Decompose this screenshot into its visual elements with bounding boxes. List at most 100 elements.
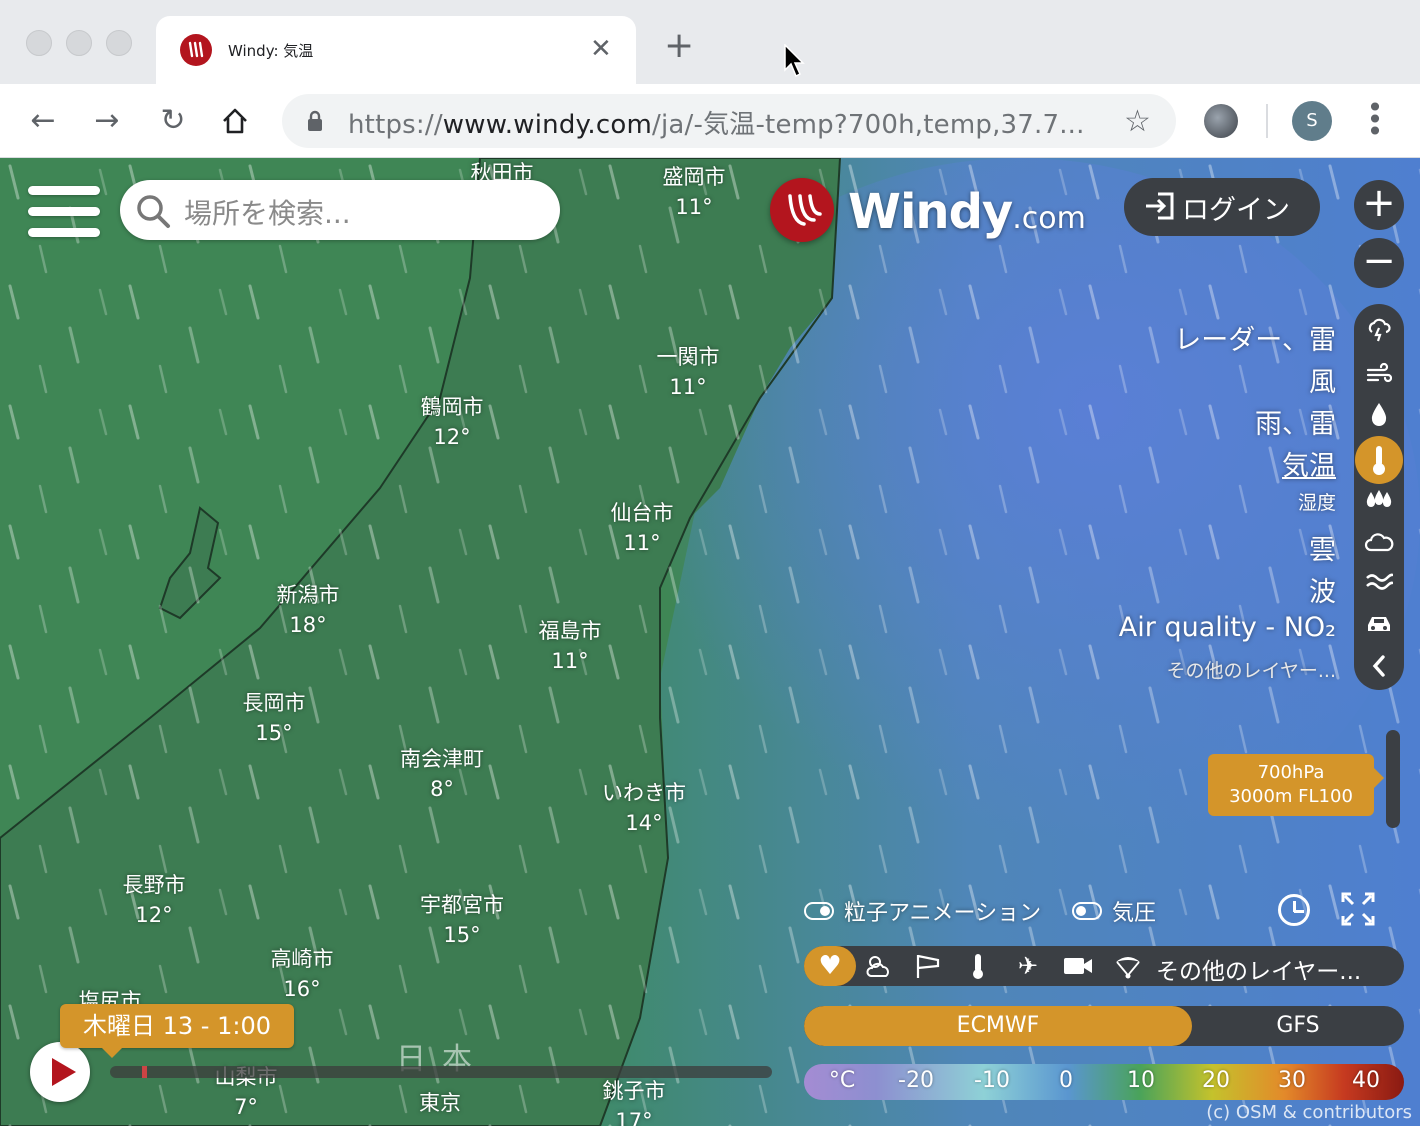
layer-item-humidity[interactable]: 湿度 — [1298, 488, 1336, 515]
fullscreen-icon[interactable] — [1340, 892, 1376, 928]
play-button[interactable] — [30, 1042, 90, 1102]
bookmark-star-icon[interactable]: ☆ — [1124, 104, 1151, 139]
particles-label: 粒子アニメーション — [844, 901, 1042, 926]
layer-item-clouds[interactable]: 雲 — [1309, 528, 1336, 567]
model-switch: ECMWF GFS — [804, 1006, 1404, 1046]
altitude-pointer — [1374, 768, 1384, 788]
model-ecmwf-button[interactable]: ECMWF — [804, 1006, 1192, 1046]
legend-label: -20 — [898, 1068, 934, 1093]
window-zoom-dot[interactable] — [106, 30, 132, 56]
windsock-icon[interactable] — [908, 946, 948, 986]
lightning-cloud-icon[interactable] — [1354, 310, 1404, 350]
layer-item-wind[interactable]: 風 — [1309, 360, 1336, 399]
city-label[interactable]: 福島市 11° — [539, 616, 602, 676]
city-label[interactable]: 盛岡市 11° — [663, 162, 726, 222]
back-arrow-icon[interactable]: ← — [26, 104, 60, 138]
mouse-cursor-icon — [784, 43, 806, 82]
time-pointer — [100, 1046, 124, 1058]
legend-label: 40 — [1352, 1068, 1380, 1093]
raindrop-icon[interactable] — [1354, 394, 1404, 434]
legend-label: 20 — [1202, 1068, 1230, 1093]
search-input[interactable]: 場所を検索... — [120, 180, 560, 240]
layer-item-radar[interactable]: レーダー、雷 — [1174, 318, 1336, 357]
login-button[interactable]: ログイン — [1124, 178, 1320, 236]
layer-item-rain[interactable]: 雨、雷 — [1255, 402, 1336, 441]
more-menu-icon[interactable]: • • • — [1360, 94, 1390, 146]
city-label[interactable]: 一関市 11° — [657, 342, 720, 402]
toolbar-divider — [1266, 104, 1268, 138]
clock-icon[interactable] — [1278, 894, 1310, 926]
browser-toolbar: ← → ↻ https://www.windy.com/ja/-気温-temp?… — [0, 84, 1420, 158]
window-minimize-dot[interactable] — [66, 30, 92, 56]
city-label[interactable]: 鶴岡市 12° — [421, 392, 484, 452]
wind-icon[interactable] — [1354, 354, 1404, 394]
windy-favicon-icon — [180, 34, 212, 66]
city-label[interactable]: 宇都宮市 15° — [420, 890, 504, 950]
cloud-icon[interactable] — [1354, 522, 1404, 562]
layer-item-waves[interactable]: 波 — [1309, 570, 1336, 609]
windy-logo-text[interactable]: Windy.com — [848, 184, 1086, 240]
url-text: https://www.windy.com/ja/-気温-temp?700h,t… — [348, 110, 1085, 140]
address-bar[interactable]: https://www.windy.com/ja/-気温-temp?700h,t… — [282, 94, 1176, 148]
home-icon[interactable] — [218, 104, 252, 138]
thermometer-icon[interactable] — [1354, 440, 1404, 480]
altitude-label[interactable]: 700hPa 3000m FL100 — [1208, 754, 1374, 816]
webcam-icon[interactable] — [1058, 946, 1098, 986]
city-label[interactable]: 高崎市 16° — [271, 944, 334, 1004]
city-label[interactable]: 銚子市 17° — [603, 1076, 666, 1126]
windy-logo-icon[interactable] — [770, 178, 834, 242]
extension-globe-icon[interactable] — [1204, 104, 1238, 138]
map-attribution[interactable]: (c) OSM & contributors — [1206, 1102, 1412, 1123]
city-label[interactable]: 新潟市 18° — [277, 580, 340, 640]
city-label[interactable]: 長野市 12° — [123, 870, 186, 930]
lock-icon — [306, 110, 324, 136]
thermometer-small-icon[interactable] — [958, 946, 998, 986]
paraglider-icon[interactable] — [1108, 946, 1148, 986]
current-time-label[interactable]: 木曜日 13 - 1:00 — [60, 1004, 294, 1048]
particles-toggle[interactable] — [804, 902, 834, 920]
partly-cloudy-icon[interactable] — [858, 946, 898, 986]
pressure-label: 気圧 — [1112, 901, 1157, 926]
altitude-slider[interactable] — [1386, 730, 1400, 828]
waves-icon[interactable] — [1354, 562, 1404, 602]
browser-tab-bar: Windy: 気温 ✕ + — [0, 0, 1420, 84]
legend-label: 30 — [1278, 1068, 1306, 1093]
browser-tab[interactable]: Windy: 気温 ✕ — [156, 16, 636, 84]
humidity-icon[interactable] — [1354, 480, 1404, 520]
legend-label: 0 — [1059, 1068, 1073, 1093]
layer-item-temperature[interactable]: 気温 — [1282, 444, 1336, 483]
layer-item-air-quality[interactable]: Air quality - NO₂ — [1119, 612, 1336, 643]
more-layers-link[interactable]: その他のレイヤー... — [1166, 656, 1336, 683]
car-icon[interactable] — [1354, 604, 1404, 644]
model-gfs-button[interactable]: GFS — [1192, 1006, 1404, 1046]
tab-close-icon[interactable]: ✕ — [590, 36, 612, 62]
city-label[interactable]: 仙台市 11° — [611, 498, 674, 558]
search-placeholder: 場所を検索... — [184, 197, 351, 230]
city-label[interactable]: 東京 — [419, 1088, 461, 1118]
legend-label: -10 — [974, 1068, 1010, 1093]
timeline-marker — [142, 1066, 147, 1078]
overlay-quick-bar: ♥ ✈ その他のレイヤー... — [804, 946, 1404, 986]
legend-label: 10 — [1127, 1068, 1155, 1093]
pressure-toggle[interactable] — [1072, 902, 1102, 920]
more-layers-link[interactable]: その他のレイヤー... — [1156, 952, 1361, 986]
play-icon — [52, 1058, 76, 1086]
timeline-bar[interactable] — [110, 1066, 772, 1078]
window-close-dot[interactable] — [26, 30, 52, 56]
airplane-icon[interactable]: ✈ — [1008, 946, 1048, 986]
collapse-chevron-icon[interactable] — [1354, 646, 1404, 686]
city-label[interactable]: 長岡市 15° — [243, 688, 306, 748]
reload-icon[interactable]: ↻ — [156, 104, 190, 138]
city-label[interactable]: いわき市 14° — [602, 778, 686, 838]
city-label[interactable]: 南会津町 8° — [400, 744, 484, 804]
zoom-out-button[interactable]: − — [1354, 238, 1404, 288]
zoom-in-button[interactable]: + — [1354, 180, 1404, 230]
profile-avatar[interactable]: S — [1292, 101, 1332, 141]
search-icon — [137, 195, 170, 228]
new-tab-icon[interactable]: + — [664, 28, 694, 64]
forward-arrow-icon[interactable]: → — [90, 104, 124, 138]
login-icon — [1146, 192, 1174, 220]
hamburger-menu-icon[interactable] — [28, 186, 100, 238]
favorite-heart-icon[interactable]: ♥ — [804, 946, 856, 986]
temperature-legend[interactable]: °C -20 -10 0 10 20 30 40 — [804, 1064, 1404, 1100]
